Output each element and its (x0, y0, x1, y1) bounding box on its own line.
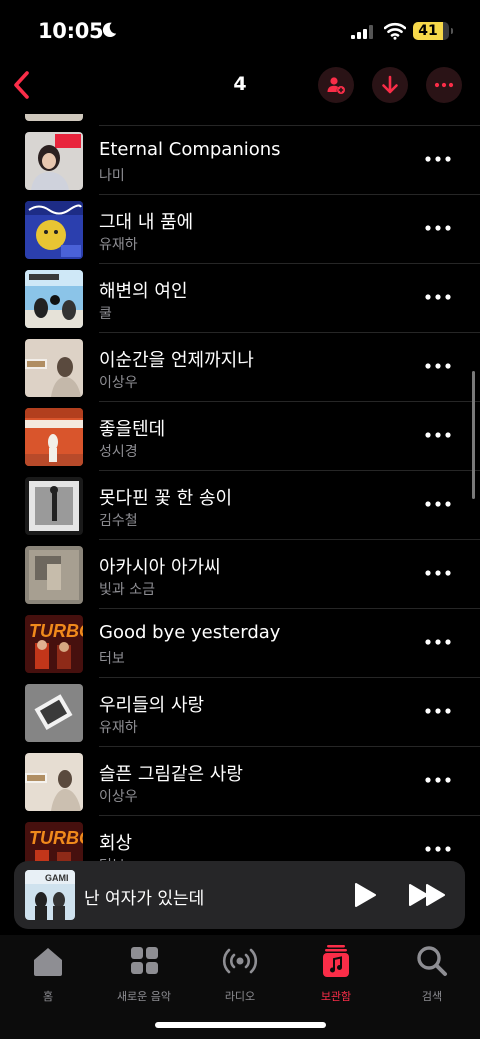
add-collaborator-button[interactable] (318, 67, 354, 103)
song-title: Eternal Companions (99, 139, 281, 160)
tab-library[interactable]: 보관함 (288, 943, 384, 1003)
song-title: 해변의 여인 (99, 281, 188, 302)
song-row[interactable]: 아카시아 아가씨 빛과 소금 (0, 540, 480, 609)
svg-text:TURBO: TURBO (29, 621, 83, 641)
song-row[interactable]: 좋을텐데 성시경 (0, 402, 480, 471)
scroll-indicator[interactable] (472, 371, 475, 499)
ellipsis-icon[interactable] (424, 152, 452, 166)
album-art (25, 132, 83, 190)
song-title: 이순간을 언제까지나 (99, 350, 254, 371)
play-icon[interactable] (353, 882, 377, 908)
now-playing-album-art: GAMI (25, 870, 75, 920)
tab-label: 검색 (421, 990, 443, 1003)
ellipsis-icon[interactable] (424, 566, 452, 580)
ellipsis-icon[interactable] (424, 359, 452, 373)
song-row-partial[interactable] (0, 114, 480, 126)
album-art (25, 546, 83, 604)
album-art (25, 753, 83, 811)
tab-label: 보관함 (320, 990, 352, 1003)
song-list[interactable]: Eternal Companions 나미 그대 내 품에 유재하 해변의 여인… (0, 114, 480, 862)
song-artist: 빛과 소금 (99, 582, 155, 598)
song-artist: 성시경 (99, 444, 138, 460)
song-title: 우리들의 사랑 (99, 695, 205, 716)
song-artist: 쿨 (99, 306, 112, 322)
ellipsis-icon[interactable] (424, 773, 452, 787)
mini-player[interactable]: GAMI 난 여자가 있는데 (14, 861, 465, 929)
tab-home[interactable]: 홈 (0, 943, 96, 1003)
ellipsis-icon[interactable] (424, 704, 452, 718)
svg-text:GAMI: GAMI (45, 873, 69, 883)
download-button[interactable] (372, 67, 408, 103)
song-row[interactable]: 못다핀 꽃 한 송이 김수철 (0, 471, 480, 540)
person-add-icon (327, 77, 345, 94)
song-row[interactable]: TURBO 회상 터보 (0, 816, 480, 862)
song-title: Good bye yesterday (99, 622, 281, 643)
wifi-icon (384, 22, 406, 40)
ellipsis-icon (434, 82, 454, 88)
battery-icon: 41 (413, 22, 453, 40)
song-title: 못다핀 꽃 한 송이 (99, 488, 233, 509)
album-art: TURBO (25, 822, 83, 862)
tab-label: 라디오 (224, 990, 256, 1003)
home-icon (34, 948, 62, 976)
song-row[interactable]: 해변의 여인 쿨 (0, 264, 480, 333)
search-icon (417, 946, 447, 976)
song-row[interactable]: Eternal Companions 나미 (0, 126, 480, 195)
ellipsis-icon[interactable] (424, 635, 452, 649)
album-art: TURBO (25, 615, 83, 673)
song-row[interactable]: 슬픈 그림같은 사랑 이상우 (0, 747, 480, 816)
grid-icon (131, 947, 158, 974)
tab-label: 새로운 음악 (116, 990, 172, 1003)
fast-forward-icon[interactable] (408, 883, 446, 907)
now-playing-title: 난 여자가 있는데 (84, 889, 205, 909)
song-artist: 김수철 (99, 513, 138, 529)
more-options-button[interactable] (426, 67, 462, 103)
song-title: 아카시아 아가씨 (99, 557, 221, 578)
album-art (25, 270, 83, 328)
song-artist: 유재하 (99, 720, 138, 736)
song-title: 회상 (99, 833, 133, 854)
song-title: 슬픈 그림같은 사랑 (99, 764, 243, 785)
ellipsis-icon[interactable] (424, 290, 452, 304)
tab-label: 홈 (42, 990, 54, 1003)
ellipsis-icon[interactable] (424, 842, 452, 856)
svg-text:TURBO: TURBO (29, 828, 83, 848)
album-art (25, 201, 83, 259)
album-art (25, 114, 83, 121)
moon-icon (102, 22, 117, 38)
song-row[interactable]: TURBO Good bye yesterday 터보 (0, 609, 480, 678)
home-indicator (155, 1022, 326, 1028)
song-artist: 나미 (99, 168, 125, 184)
album-art (25, 684, 83, 742)
song-artist: 터보 (99, 651, 125, 667)
album-art (25, 408, 83, 466)
tab-new-music[interactable]: 새로운 음악 (96, 943, 192, 1003)
song-artist: 이상우 (99, 375, 138, 391)
ellipsis-icon[interactable] (424, 221, 452, 235)
song-artist: 이상우 (99, 789, 138, 805)
library-icon (323, 945, 349, 977)
song-title: 그대 내 품에 (99, 212, 194, 233)
nav-bar: 4 (0, 60, 480, 112)
ellipsis-icon[interactable] (424, 428, 452, 442)
song-row[interactable]: 우리들의 사랑 유재하 (0, 678, 480, 747)
song-row[interactable]: 이순간을 언제까지나 이상우 (0, 333, 480, 402)
song-artist: 유재하 (99, 237, 138, 253)
album-art (25, 477, 83, 535)
cellular-signal-icon (351, 25, 373, 39)
ellipsis-icon[interactable] (424, 497, 452, 511)
download-arrow-icon (382, 75, 398, 94)
tab-search[interactable]: 검색 (384, 943, 480, 1003)
tab-radio[interactable]: 라디오 (192, 943, 288, 1003)
page-title: 4 (233, 73, 247, 95)
radio-icon (222, 948, 258, 974)
status-time: 10:05 (38, 19, 104, 43)
song-row[interactable]: 그대 내 품에 유재하 (0, 195, 480, 264)
status-bar: 10:05 41 (0, 0, 480, 60)
battery-level: 41 (418, 23, 438, 39)
song-title: 좋을텐데 (99, 419, 166, 440)
album-art (25, 339, 83, 397)
